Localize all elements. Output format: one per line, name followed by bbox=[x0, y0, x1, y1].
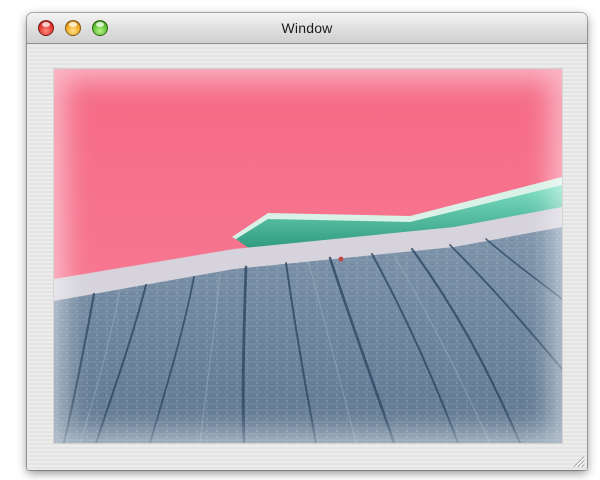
app-window: Window bbox=[27, 13, 587, 470]
title-bar[interactable]: Window bbox=[27, 13, 587, 44]
resize-grip-icon[interactable] bbox=[571, 454, 585, 468]
window-content bbox=[27, 44, 587, 470]
window-title: Window bbox=[281, 20, 333, 36]
roof-spot bbox=[338, 256, 344, 262]
photo-image bbox=[54, 69, 562, 443]
image-view bbox=[54, 69, 562, 443]
